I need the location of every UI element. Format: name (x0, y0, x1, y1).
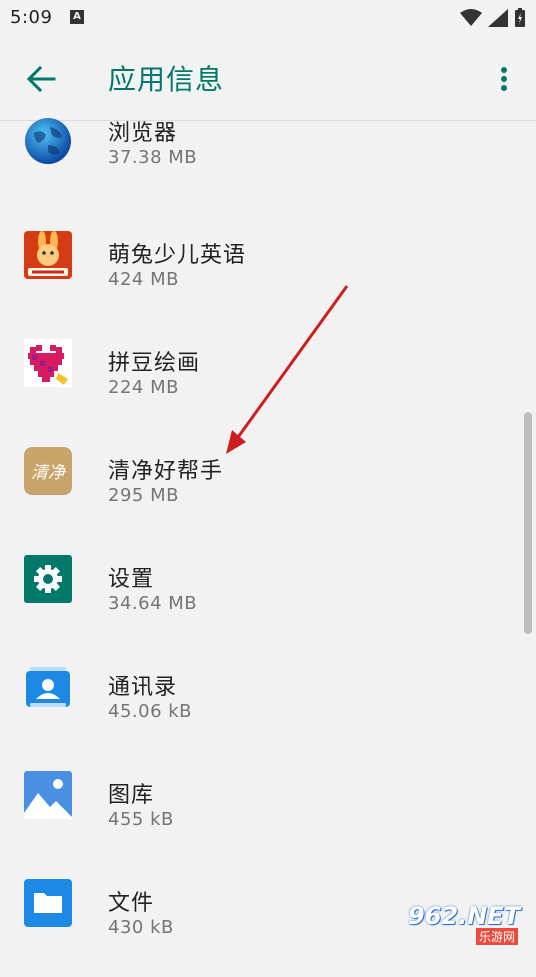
app-size: 34.64 MB (108, 593, 198, 614)
list-item[interactable]: 清净 清净好帮手 295 MB (0, 437, 536, 545)
app-name: 通讯录 (108, 675, 178, 700)
app-name: 清净好帮手 (108, 459, 224, 484)
scrollbar[interactable] (524, 412, 532, 634)
list-item[interactable]: 萌兔少儿英语 424 MB (0, 221, 536, 329)
list-item[interactable]: 设置 34.64 MB (0, 545, 536, 653)
wifi-icon (460, 9, 482, 26)
list-item[interactable]: 拼豆绘画 224 MB (0, 329, 536, 437)
app-size: 224 MB (108, 377, 179, 398)
svg-text:清净: 清净 (31, 463, 67, 483)
status-bar: 5:09 A (0, 0, 536, 36)
folder-icon (24, 879, 72, 927)
app-size: 455 kB (108, 809, 174, 830)
status-time: 5:09 (10, 7, 53, 28)
cleaner-icon: 清净 (24, 447, 72, 495)
app-name: 萌兔少儿英语 (108, 243, 247, 268)
list-item[interactable]: 图库 455 kB (0, 761, 536, 869)
watermark-number: 962.NET (408, 902, 521, 930)
watermark-logo: 962.NET 乐游网 (398, 900, 530, 946)
gallery-icon (24, 771, 72, 819)
app-name: 浏览器 (108, 121, 178, 146)
gear-icon (24, 555, 72, 603)
rabbit-icon (24, 231, 72, 279)
list-item[interactable]: 浏览器 37.38 MB (0, 113, 536, 221)
app-name: 拼豆绘画 (108, 351, 201, 376)
battery-icon (515, 8, 525, 27)
list-item[interactable]: 通讯录 45.06 kB (0, 653, 536, 761)
notification-icon: A (70, 10, 84, 24)
watermark-text: 乐游网 (476, 928, 519, 945)
signal-icon (488, 9, 508, 27)
more-options-icon[interactable] (492, 64, 516, 94)
contacts-icon (26, 667, 70, 707)
app-name: 图库 (108, 783, 155, 808)
status-icons (460, 8, 526, 28)
app-size: 295 MB (108, 485, 179, 506)
pixel-heart-icon (24, 339, 72, 387)
app-bar: 应用信息 (0, 36, 536, 121)
app-size: 37.38 MB (108, 147, 198, 168)
page-title: 应用信息 (108, 63, 225, 96)
app-name: 设置 (108, 567, 155, 592)
app-name: 文件 (108, 891, 155, 916)
app-size: 45.06 kB (108, 701, 193, 722)
globe-icon (25, 118, 71, 164)
app-size: 430 kB (108, 917, 174, 938)
app-size: 424 MB (108, 269, 179, 290)
back-arrow-icon[interactable] (24, 62, 58, 96)
